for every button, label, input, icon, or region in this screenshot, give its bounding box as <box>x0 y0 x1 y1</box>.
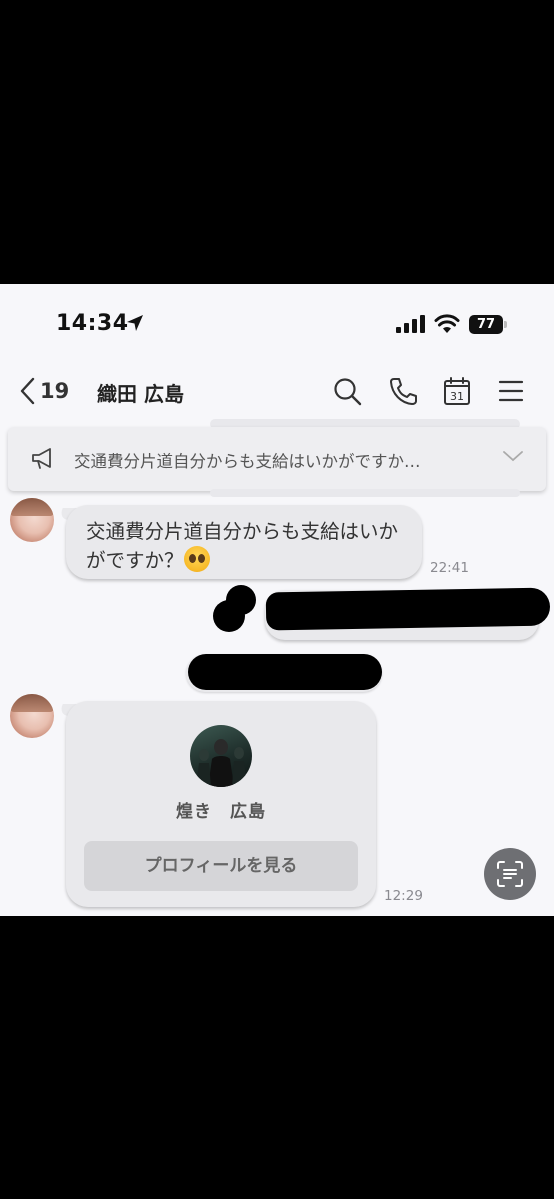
chat-title: 織田 広島 <box>97 382 184 406</box>
view-profile-button[interactable]: プロフィールを見る <box>84 841 358 891</box>
scan-text-button[interactable] <box>484 848 536 900</box>
profile-card: 煌き 広島 プロフィールを見る <box>66 701 376 907</box>
chat-screen: 14:34 77 19 織田 広島 31 交通費分片道自分からも支給はいかがです… <box>0 284 554 916</box>
pleading-face-emoji <box>183 546 210 572</box>
message-time: 22:41 <box>430 560 469 576</box>
message-bubble[interactable]: 交通費分片道自分からも支給はいかがですか？ <box>66 505 422 579</box>
unread-count: 19 <box>40 379 70 403</box>
back-chevron-icon <box>20 377 35 405</box>
profile-photo <box>196 739 247 787</box>
status-bar: 14:34 77 <box>0 284 554 364</box>
phone-icon[interactable] <box>388 376 418 406</box>
profile-avatar[interactable] <box>190 725 252 787</box>
location-arrow-icon <box>127 315 143 331</box>
message-text-content: 交通費分片道自分からも支給はいかがですか？ <box>86 520 399 572</box>
profile-name: 煌き 広島 <box>176 802 266 822</box>
svg-text:31: 31 <box>450 390 464 403</box>
back-button[interactable]: 19 <box>18 374 69 408</box>
card-time: 12:29 <box>384 888 423 904</box>
chat-header: 19 織田 広島 31 <box>0 366 554 416</box>
status-time: 14:34 <box>56 311 129 336</box>
chevron-down-icon[interactable] <box>502 449 524 463</box>
megaphone-icon <box>32 448 51 469</box>
redaction-mark <box>188 654 382 690</box>
message-text: 交通費分片道自分からも支給はいかがですか？ <box>86 517 416 575</box>
wifi-icon <box>434 314 460 333</box>
menu-icon[interactable] <box>496 376 526 406</box>
calendar-icon[interactable]: 31 <box>442 376 472 406</box>
announcement-text: 交通費分片道自分からも支給はいかがですか… <box>74 452 421 471</box>
announcement-banner[interactable]: 交通費分片道自分からも支給はいかがですか… <box>8 427 546 491</box>
battery-tip <box>504 321 507 328</box>
announcement-stack-bottom <box>210 489 520 497</box>
signal-icon <box>396 315 425 333</box>
sender-avatar[interactable] <box>10 694 54 738</box>
scan-text-icon <box>497 861 523 887</box>
sender-avatar[interactable] <box>10 498 54 542</box>
redaction-dot <box>226 585 256 615</box>
battery-level: 77 <box>469 315 503 334</box>
redaction-mark <box>265 587 551 631</box>
battery-indicator: 77 <box>469 315 507 334</box>
search-icon[interactable] <box>332 376 362 406</box>
